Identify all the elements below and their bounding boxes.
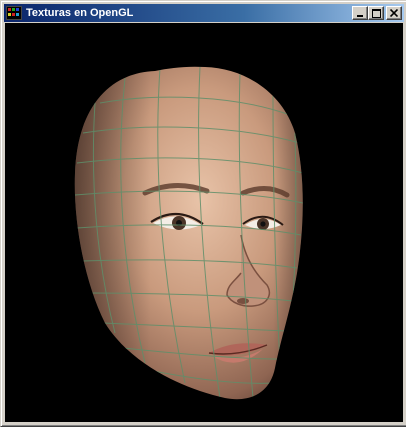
maximize-icon <box>371 8 381 18</box>
app-icon[interactable] <box>6 6 22 20</box>
window-title: Texturas en OpenGL <box>26 7 134 19</box>
window-controls <box>352 6 402 20</box>
title-bar[interactable]: Texturas en OpenGL <box>4 4 404 22</box>
minimize-button[interactable] <box>352 6 368 20</box>
app-window: Texturas en OpenGL <box>0 0 406 427</box>
close-button[interactable] <box>386 6 402 20</box>
close-icon <box>390 9 398 17</box>
maximize-button[interactable] <box>368 6 384 20</box>
opengl-viewport[interactable] <box>5 23 403 422</box>
minimize-icon <box>357 15 363 17</box>
textured-face-model <box>74 66 303 400</box>
